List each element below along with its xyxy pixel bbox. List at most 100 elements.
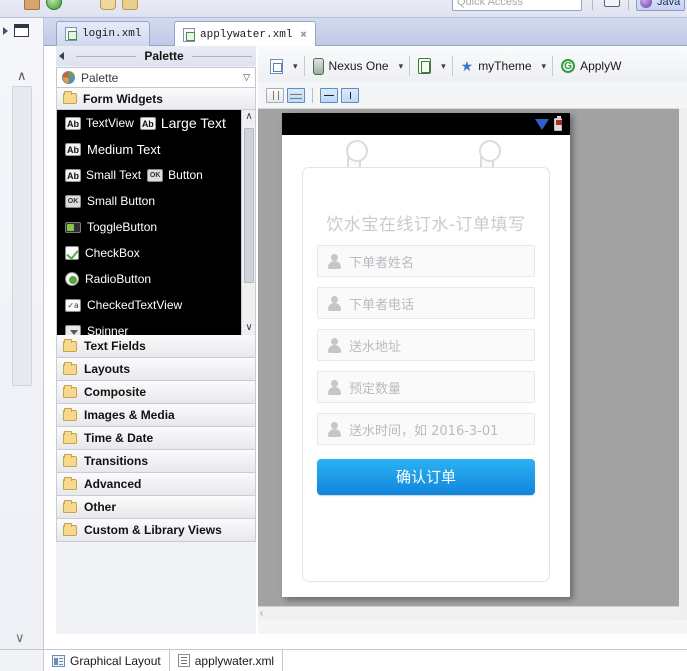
folder-icon xyxy=(63,361,77,375)
palette-scrollbar[interactable]: ∧ ∨ xyxy=(241,110,255,335)
palette-category-label: Other xyxy=(84,500,117,514)
palette-item-medium-text[interactable]: Ab Medium Text xyxy=(57,136,255,162)
show-outline-button[interactable] xyxy=(287,87,305,103)
palette-item-button[interactable]: OK Button xyxy=(147,168,203,182)
device-preview[interactable]: 饮水宝在线订水-订单填写 下单者姓名 下单者电话 送水地址 预定数量 送水时间，… xyxy=(282,113,570,597)
canvas-vertical-scrollbar[interactable] xyxy=(679,108,687,620)
palette-category-custom-library-views[interactable]: Custom & Library Views xyxy=(56,519,256,542)
activity-selector[interactable]: G ApplyW xyxy=(555,53,627,79)
editor-tab-bar: login.xml applywater.xml ✖ xyxy=(44,18,687,47)
run-icon[interactable] xyxy=(46,0,62,10)
folder-icon xyxy=(63,384,77,398)
ab-icon: Ab xyxy=(139,116,156,130)
palette-category-label: Time & Date xyxy=(84,431,154,445)
show-included-in-button[interactable] xyxy=(266,87,284,103)
theme-selector[interactable]: ★ myTheme xyxy=(455,53,538,79)
palette-category-time-date[interactable]: Time & Date xyxy=(56,427,256,450)
palette-selector[interactable]: Palette ▽ xyxy=(56,67,256,88)
palette-item-label: Large Text xyxy=(160,115,226,131)
star-icon: ★ xyxy=(460,58,474,74)
chevron-down-icon[interactable]: ▾ xyxy=(437,61,450,72)
field-placeholder: 送水地址 xyxy=(349,339,402,355)
palette-category-label: Advanced xyxy=(84,477,142,491)
battery-icon xyxy=(554,115,562,131)
layout-canvas[interactable]: 饮水宝在线订水-订单填写 下单者姓名 下单者电话 送水地址 预定数量 送水时间，… xyxy=(258,108,679,620)
restore-view-icon[interactable] xyxy=(14,24,29,37)
activity-label: ApplyW xyxy=(580,59,622,73)
open-perspective-icon[interactable] xyxy=(604,0,620,7)
palette-widget-list[interactable]: Ab TextView Ab Large Text Ab Medium Text… xyxy=(56,110,256,335)
editor-tab-applywater[interactable]: applywater.xml ✖ xyxy=(174,21,317,47)
palette-icon xyxy=(62,71,75,84)
chevron-down-icon[interactable]: ▾ xyxy=(395,61,408,72)
toolbar-divider xyxy=(303,56,305,76)
field-placeholder: 下单者姓名 xyxy=(349,255,415,271)
chevron-down-icon[interactable]: ▽ xyxy=(243,72,250,83)
palette-category-other[interactable]: Other xyxy=(56,496,256,519)
palette-category-layouts[interactable]: Layouts xyxy=(56,358,256,381)
close-icon[interactable]: ✖ xyxy=(300,28,307,42)
palette-category-advanced[interactable]: Advanced xyxy=(56,473,256,496)
palette-item-checkedtextview[interactable]: ✓a CheckedTextView xyxy=(57,292,255,318)
new-wizard-icon[interactable] xyxy=(24,0,40,10)
scroll-down-arrow[interactable]: ∨ xyxy=(15,630,25,646)
quick-access-input[interactable]: Quick Access xyxy=(452,0,582,11)
scroll-left-arrow[interactable]: ‹ xyxy=(260,608,263,619)
palette-item-spinner[interactable]: Spinner xyxy=(57,318,255,335)
palette-row: Ab Small Text OK Button xyxy=(57,162,255,188)
scroll-down-arrow[interactable]: ∨ xyxy=(242,321,255,335)
palette-category-text-fields[interactable]: Text Fields xyxy=(56,335,256,358)
editor-tab-login[interactable]: login.xml xyxy=(56,21,151,46)
palette-selector-label: Palette xyxy=(81,70,119,85)
user-icon xyxy=(327,295,342,311)
collapse-arrow-icon[interactable] xyxy=(3,27,8,35)
palette-item-small-text[interactable]: Ab Small Text xyxy=(65,168,141,182)
activity-icon: G xyxy=(561,59,576,73)
palette-item-radiobutton[interactable]: RadioButton xyxy=(57,266,255,292)
toggle-width-button[interactable] xyxy=(320,87,338,103)
scroll-up-arrow[interactable]: ∧ xyxy=(242,110,255,124)
scroll-up-arrow[interactable]: ∧ xyxy=(17,68,27,84)
palette-item-small-button[interactable]: OK Small Button xyxy=(57,188,255,214)
title-rule xyxy=(191,55,253,57)
palette-group-form-widgets[interactable]: Form Widgets xyxy=(56,88,256,110)
stub-scroll-track[interactable] xyxy=(12,86,32,386)
toggle-height-button[interactable] xyxy=(341,87,359,103)
field-address[interactable]: 送水地址 xyxy=(317,329,535,361)
avd-manager-icon[interactable] xyxy=(122,0,138,10)
palette-category-images-media[interactable]: Images & Media xyxy=(56,404,256,427)
palette-item-textview[interactable]: Ab TextView xyxy=(65,116,134,130)
editor-mode-tabs: Graphical Layout applywater.xml xyxy=(44,649,687,671)
canvas-horizontal-scrollbar[interactable]: ‹ xyxy=(258,606,679,620)
editor-tab-label: login.xml xyxy=(82,28,142,40)
field-phone[interactable]: 下单者电话 xyxy=(317,287,535,319)
confirm-order-button[interactable]: 确认订单 xyxy=(317,459,535,495)
scrollbar-thumb[interactable] xyxy=(244,128,254,283)
folder-icon xyxy=(63,476,77,490)
palette-row: Ab TextView Ab Large Text xyxy=(57,110,255,136)
perspective-java-button[interactable]: Java xyxy=(636,0,686,11)
android-sdk-manager-icon[interactable] xyxy=(100,0,116,10)
folder-icon xyxy=(63,522,77,536)
palette-panel: Palette Palette ▽ Form Widgets Ab TextVi… xyxy=(56,46,256,634)
config-chooser-button[interactable] xyxy=(264,53,289,79)
chevron-down-icon[interactable]: ▾ xyxy=(538,61,551,72)
folder-icon xyxy=(63,407,77,421)
chevron-left-icon[interactable] xyxy=(59,52,64,60)
tab-xml-source[interactable]: applywater.xml xyxy=(170,650,284,671)
palette-item-large-text[interactable]: Ab Large Text xyxy=(139,115,226,131)
tab-graphical-layout[interactable]: Graphical Layout xyxy=(44,650,170,671)
field-quantity[interactable]: 预定数量 xyxy=(317,371,535,403)
device-selector[interactable]: Nexus One xyxy=(307,53,395,79)
field-delivery-time[interactable]: 送水时间，如 2016-3-01 xyxy=(317,413,535,445)
palette-category-transitions[interactable]: Transitions xyxy=(56,450,256,473)
palette-item-checkbox[interactable]: CheckBox xyxy=(57,240,255,266)
orientation-selector[interactable] xyxy=(412,53,437,79)
signal-triangle-icon xyxy=(535,118,549,130)
palette-category-composite[interactable]: Composite xyxy=(56,381,256,404)
chevron-down-icon[interactable]: ▾ xyxy=(289,61,302,72)
palette-category-label: Layouts xyxy=(84,362,131,376)
graphical-layout-icon xyxy=(52,654,65,667)
field-name[interactable]: 下单者姓名 xyxy=(317,245,535,277)
palette-item-togglebutton[interactable]: ToggleButton xyxy=(57,214,255,240)
